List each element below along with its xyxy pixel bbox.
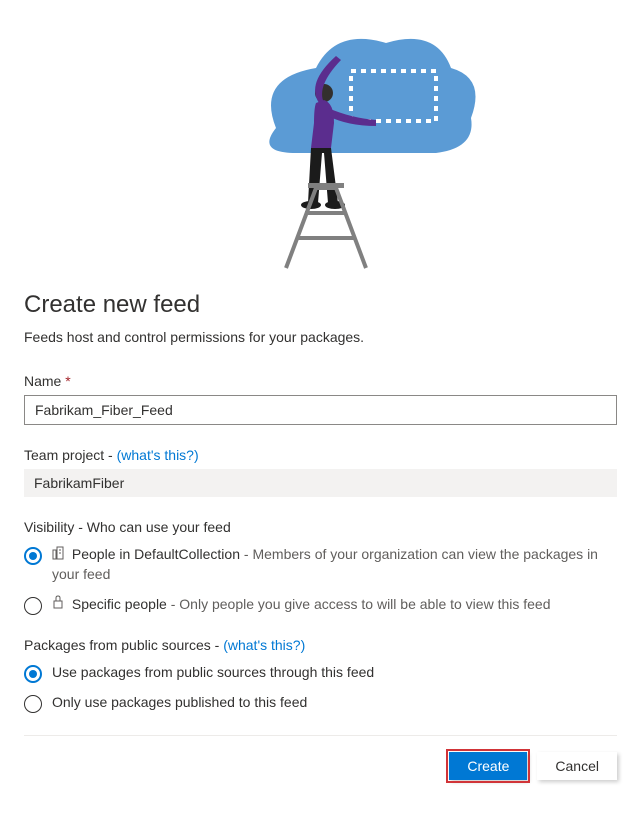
- packages-option-public[interactable]: Use packages from public sources through…: [24, 663, 617, 683]
- name-label: Name *: [24, 373, 617, 389]
- radio-button[interactable]: [24, 665, 42, 683]
- packages-label-text: Packages from public sources -: [24, 637, 219, 653]
- radio-button[interactable]: [24, 695, 42, 713]
- radio-label-wrapper: Specific people - Only people you give a…: [52, 595, 617, 615]
- button-row: Create Cancel: [24, 752, 617, 780]
- team-project-group: Team project - (what's this?) FabrikamFi…: [24, 447, 617, 497]
- team-project-help-link[interactable]: (what's this?): [117, 447, 199, 463]
- packages-option-0-label: Use packages from public sources through…: [52, 663, 617, 683]
- name-input[interactable]: [24, 395, 617, 425]
- name-field-group: Name *: [24, 373, 617, 425]
- visibility-group: Visibility - Who can use your feed Peopl…: [24, 519, 617, 615]
- required-marker: *: [65, 373, 70, 389]
- ladder-top: [308, 183, 344, 188]
- page-title: Create new feed: [24, 291, 617, 319]
- illustration: [24, 0, 617, 291]
- visibility-option-1-desc: Only people you give access to will be a…: [179, 596, 550, 612]
- lock-icon: [52, 595, 64, 615]
- visibility-option-specific[interactable]: Specific people - Only people you give a…: [24, 595, 617, 615]
- visibility-option-1-label: Specific people: [72, 596, 167, 612]
- packages-option-1-label: Only use packages published to this feed: [52, 693, 617, 713]
- organization-icon: [52, 546, 64, 566]
- packages-option-own[interactable]: Only use packages published to this feed: [24, 693, 617, 713]
- page-subtitle: Feeds host and control permissions for y…: [24, 329, 617, 345]
- name-label-text: Name: [24, 373, 61, 389]
- visibility-option-1-sep: -: [167, 596, 179, 612]
- radio-label-wrapper: People in DefaultCollection - Members of…: [52, 545, 617, 585]
- radio-button[interactable]: [24, 547, 42, 565]
- ladder-rails: [286, 188, 366, 268]
- team-project-value: FabrikamFiber: [24, 469, 617, 497]
- cancel-button[interactable]: Cancel: [537, 752, 617, 780]
- packages-section-label: Packages from public sources - (what's t…: [24, 637, 617, 653]
- visibility-section-label: Visibility - Who can use your feed: [24, 519, 617, 535]
- cloud-icon: [269, 39, 475, 153]
- team-project-label-text: Team project -: [24, 447, 113, 463]
- radio-button[interactable]: [24, 597, 42, 615]
- visibility-option-0-sep: -: [240, 546, 252, 562]
- packages-help-link[interactable]: (what's this?): [223, 637, 305, 653]
- create-button[interactable]: Create: [449, 752, 527, 780]
- visibility-option-0-label: People in DefaultCollection: [72, 546, 240, 562]
- team-project-label: Team project - (what's this?): [24, 447, 617, 463]
- visibility-option-collection[interactable]: People in DefaultCollection - Members of…: [24, 545, 617, 585]
- packages-group: Packages from public sources - (what's t…: [24, 637, 617, 713]
- divider: [24, 735, 617, 736]
